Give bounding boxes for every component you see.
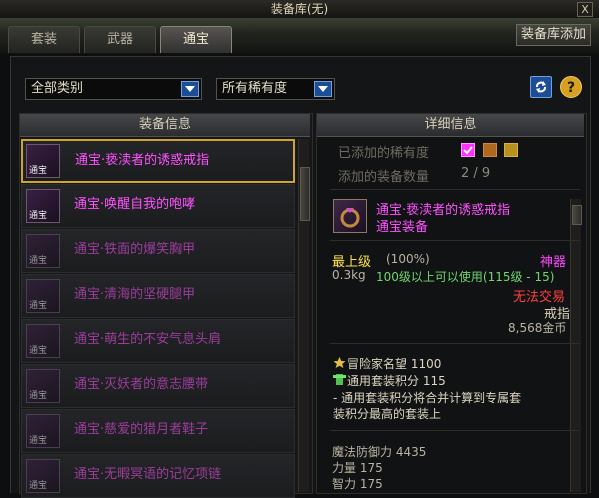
- item-name: 通宝·慈爱的猎月者鞋子: [74, 422, 209, 437]
- epic-rarity-checkbox[interactable]: [461, 143, 475, 157]
- item-name: 通宝·唤醒自我的咆哮: [74, 197, 196, 212]
- item-icon-tag: 通宝: [29, 211, 48, 221]
- item-icon: 通宝: [26, 279, 60, 313]
- rarity-dropdown[interactable]: 所有稀有度: [216, 78, 335, 100]
- item-icon-tag: 通宝: [29, 481, 48, 491]
- ring-item-icon: [333, 199, 367, 233]
- list-item[interactable]: 通宝 通宝·无暇冥语的记忆项链: [21, 454, 295, 498]
- list-scrollbar[interactable]: [298, 139, 310, 492]
- list-item[interactable]: 通宝 通宝·萌生的不安气息头肩: [21, 319, 295, 363]
- list-item[interactable]: 通宝 通宝·慈爱的猎月者鞋子: [21, 409, 295, 453]
- added-count-label: 添加的装备数量: [338, 170, 430, 185]
- stat-intelligence: 智力 175: [332, 477, 383, 491]
- detail-scroll-thumb[interactable]: [572, 205, 582, 225]
- category-value: 全部类别: [31, 81, 84, 96]
- item-icon: 通宝: [26, 459, 60, 493]
- item-name: 通宝·清海的坚硬腿甲: [74, 287, 196, 302]
- list-item[interactable]: 通宝 通宝·灭妖者的意志腰带: [21, 364, 295, 408]
- item-icon: 通宝: [26, 189, 60, 223]
- stat-strength: 力量 175: [332, 461, 383, 475]
- stat-magic-defense: 魔法防御力 4435: [332, 445, 427, 459]
- item-icon: 通宝: [26, 324, 60, 358]
- divider: [330, 240, 580, 241]
- added-count-value: 2 / 9: [461, 166, 491, 181]
- title-bar: 装备库(无) X: [0, 0, 599, 19]
- item-name: 通宝·灭妖者的意志腰带: [74, 377, 209, 392]
- item-icon: 通宝: [26, 144, 60, 178]
- divider: [330, 343, 580, 344]
- chevron-down-icon: [314, 81, 332, 97]
- myth-rarity-checkbox[interactable]: [504, 143, 518, 157]
- svg-text:?: ?: [567, 80, 575, 96]
- tab-weapon[interactable]: 武器: [84, 26, 156, 53]
- detail-scrollbar[interactable]: [570, 199, 582, 492]
- help-icon[interactable]: ?: [560, 76, 582, 98]
- item-weight: 0.3kg: [332, 268, 366, 282]
- item-icon: 通宝: [26, 234, 60, 268]
- item-requirement: 100级以上可以使用(115级 - 15): [376, 270, 555, 284]
- item-icon-tag: 通宝: [29, 256, 48, 266]
- window-title: 装备库(无): [270, 2, 329, 16]
- refresh-icon[interactable]: [530, 76, 552, 98]
- list-scroll-thumb[interactable]: [300, 167, 310, 221]
- item-name: 通宝·萌生的不安气息头肩: [74, 332, 222, 347]
- tab-bar: 套装 武器 通宝 装备库添加: [0, 18, 599, 54]
- close-button[interactable]: X: [577, 2, 593, 17]
- set-points-value: 通用套装积分 115: [347, 374, 446, 388]
- item-price: 8,568金币: [508, 321, 567, 335]
- tab-set[interactable]: 套装: [8, 26, 80, 53]
- detail-item-subtitle: 通宝装备: [376, 220, 429, 235]
- equipment-info-header: 装备信息: [20, 114, 310, 137]
- add-to-library-button[interactable]: 装备库添加: [515, 24, 591, 46]
- list-item[interactable]: 通宝 通宝·唤醒自我的咆哮: [21, 184, 295, 228]
- fame-icon: [333, 356, 346, 372]
- item-icon-tag: 通宝: [29, 301, 48, 311]
- item-name: 通宝·铁面的爆笑胸甲: [74, 242, 196, 257]
- rarity-value: 所有稀有度: [222, 81, 288, 96]
- rarity-added-label: 已添加的稀有度: [338, 146, 430, 161]
- legendary-rarity-checkbox[interactable]: [483, 143, 497, 157]
- item-icon: 通宝: [26, 369, 60, 403]
- divider: [330, 189, 580, 190]
- item-name: 通宝·亵渎者的诱惑戒指: [75, 153, 210, 168]
- category-dropdown[interactable]: 全部类别: [25, 78, 202, 100]
- fame-value: 冒险家名望 1100: [347, 357, 442, 371]
- set-points-note-line1: - 通用套装积分将合并计算到专属套: [333, 391, 522, 405]
- detail-info-header: 详细信息: [317, 114, 584, 137]
- item-icon-tag: 通宝: [29, 346, 48, 356]
- item-name: 通宝·无暇冥语的记忆项链: [74, 467, 222, 482]
- item-icon-tag: 通宝: [29, 166, 48, 176]
- item-level-percent: (100%): [386, 252, 430, 266]
- item-icon: 通宝: [26, 414, 60, 448]
- list-item[interactable]: 通宝 通宝·铁面的爆笑胸甲: [21, 229, 295, 273]
- set-points-icon: [333, 373, 346, 389]
- tab-tongbao[interactable]: 通宝: [160, 26, 232, 53]
- list-item[interactable]: 通宝 通宝·清海的坚硬腿甲: [21, 274, 295, 318]
- chevron-down-icon: [181, 81, 199, 97]
- divider: [330, 430, 580, 431]
- item-icon-tag: 通宝: [29, 391, 48, 401]
- item-icon-tag: 通宝: [29, 436, 48, 446]
- list-item[interactable]: 通宝 通宝·亵渎者的诱惑戒指: [21, 139, 295, 183]
- set-points-note-line2: 装积分最高的套装上: [333, 407, 442, 421]
